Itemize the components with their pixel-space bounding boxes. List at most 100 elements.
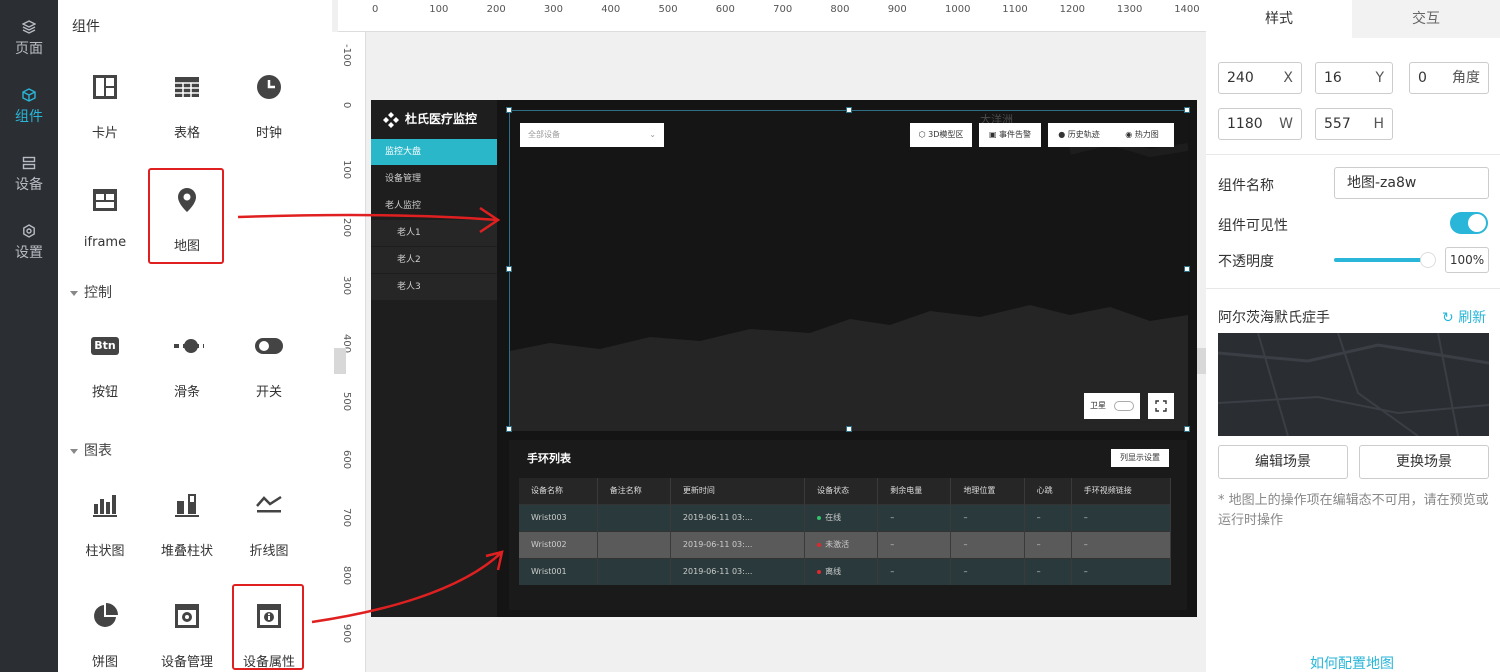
component-button[interactable]: Btn 按钮 bbox=[70, 333, 140, 413]
table-cell-heartbeat: – bbox=[1024, 530, 1072, 558]
satellite-label: 卫星 bbox=[1090, 401, 1106, 410]
column-settings-button[interactable]: 列显示设置 bbox=[1111, 449, 1169, 467]
opacity-slider-handle[interactable] bbox=[1420, 252, 1436, 268]
device-select[interactable]: 全部设备 ⌄ bbox=[520, 123, 664, 147]
resize-handle[interactable] bbox=[506, 266, 512, 272]
section-chart[interactable]: 图表 bbox=[70, 440, 112, 460]
height-value: 557 bbox=[1324, 116, 1351, 132]
component-bar-chart[interactable]: 柱状图 bbox=[70, 492, 140, 572]
opacity-value[interactable]: 100% bbox=[1445, 247, 1489, 273]
component-label: 柱状图 bbox=[85, 544, 125, 559]
height-field[interactable]: 557 H bbox=[1315, 108, 1393, 140]
component-name-input[interactable]: 地图-za8w bbox=[1334, 167, 1489, 199]
map-button-heatmap[interactable]: ◉ 热力图 bbox=[1110, 123, 1174, 147]
component-iframe[interactable]: iframe bbox=[70, 187, 140, 267]
dash-menu-devices[interactable]: 设备管理 bbox=[371, 166, 497, 192]
nav-item-pages[interactable]: 页面 bbox=[0, 14, 58, 74]
width-field[interactable]: 1180 W bbox=[1218, 108, 1302, 140]
resize-handle[interactable] bbox=[506, 107, 512, 113]
component-name-label: 组件名称 bbox=[1218, 178, 1274, 194]
satellite-switch[interactable] bbox=[1114, 401, 1134, 411]
cube-icon bbox=[22, 88, 36, 102]
nav-item-devices[interactable]: 设备 bbox=[0, 150, 58, 210]
refresh-link[interactable]: ↻ 刷新 bbox=[1442, 307, 1486, 327]
scene-thumbnail bbox=[1218, 333, 1489, 436]
component-device-manage[interactable]: 设备管理 bbox=[152, 603, 222, 672]
tab-style[interactable]: 样式 bbox=[1206, 0, 1352, 38]
fullscreen-button[interactable] bbox=[1148, 393, 1174, 419]
table-cell-name: Wrist002 bbox=[519, 530, 598, 558]
section-control[interactable]: 控制 bbox=[70, 282, 112, 302]
opacity-slider-track[interactable] bbox=[1334, 258, 1426, 262]
refresh-icon: ↻ bbox=[1442, 310, 1459, 326]
component-line-chart[interactable]: 折线图 bbox=[234, 492, 304, 572]
tab-interaction[interactable]: 交互 bbox=[1352, 0, 1500, 38]
map-button-3d[interactable]: ⬡ 3D模型区 bbox=[910, 123, 972, 147]
table-row[interactable]: Wrist003 2019-06-11 03:... 在线 – – – – bbox=[519, 503, 1172, 531]
change-scene-button[interactable]: 更换场景 bbox=[1359, 445, 1489, 479]
table-cell-battery: – bbox=[877, 530, 952, 558]
map-button-track[interactable]: ● 历史轨迹 bbox=[1048, 123, 1110, 147]
map-button-label: 历史轨迹 bbox=[1067, 130, 1100, 139]
ruler-tick-label: 700 bbox=[773, 4, 793, 15]
alarm-icon: ▣ bbox=[988, 130, 1000, 139]
table-cell-status: 离线 bbox=[804, 557, 879, 585]
help-link[interactable]: 如何配置地图 bbox=[1310, 653, 1394, 672]
component-switch[interactable]: 开关 bbox=[234, 333, 304, 413]
nav-item-label: 设备 bbox=[15, 177, 43, 193]
ruler-tick-label: 100 bbox=[429, 4, 449, 15]
resize-handle[interactable] bbox=[1184, 107, 1190, 113]
ruler-tick-label: 500 bbox=[658, 4, 678, 15]
component-pie-chart[interactable]: 饼图 bbox=[70, 603, 140, 672]
dash-menu-elder-1[interactable]: 老人1 bbox=[371, 220, 497, 246]
table-header-cell: 心跳 bbox=[1024, 478, 1072, 504]
dash-menu-elders[interactable]: 老人监控 bbox=[371, 193, 497, 219]
map-button-alarm[interactable]: ▣ 事件告警 bbox=[979, 123, 1041, 147]
resize-handle[interactable] bbox=[846, 107, 852, 113]
map-note: * 地图上的操作项在编辑态不可用，请在预览或运行时操作 bbox=[1218, 493, 1489, 528]
ruler-tick-label: 0 bbox=[341, 102, 352, 109]
dash-menu-elder-2[interactable]: 老人2 bbox=[371, 247, 497, 273]
nav-item-settings[interactable]: 设置 bbox=[0, 218, 58, 278]
table-row[interactable]: Wrist001 2019-06-11 03:... 离线 – – – – bbox=[519, 557, 1172, 585]
component-card[interactable]: 卡片 bbox=[70, 74, 140, 154]
nav-item-components[interactable]: 组件 bbox=[0, 82, 58, 142]
edit-scene-button[interactable]: 编辑场景 bbox=[1218, 445, 1348, 479]
ruler-tick-label: -100 bbox=[341, 44, 352, 67]
line-chart-icon bbox=[256, 495, 282, 513]
component-slider[interactable]: 滑条 bbox=[152, 333, 222, 413]
dash-menu-overview[interactable]: 监控大盘 bbox=[371, 139, 497, 165]
map-landmass bbox=[510, 111, 1188, 431]
dash-menu-elder-3[interactable]: 老人3 bbox=[371, 274, 497, 300]
table-cell-location: – bbox=[950, 530, 1025, 558]
y-field[interactable]: 16 Y bbox=[1315, 62, 1393, 94]
ruler-tick-label: 800 bbox=[830, 4, 850, 15]
band-list-component[interactable]: 手环列表 列显示设置 设备名称 备注名称 更新时间 设备状态 剩余电量 地理位置 心跳 手环视… bbox=[509, 440, 1187, 610]
angle-field[interactable]: 0 角度 bbox=[1409, 62, 1489, 94]
table-header-cell: 备注名称 bbox=[597, 478, 671, 504]
collapse-left-handle[interactable] bbox=[334, 348, 346, 374]
x-field[interactable]: 240 X bbox=[1218, 62, 1302, 94]
map-component[interactable]: 大洋洲 全部设备 ⌄ ⬡ 3D模型区 ▣ 事件告警 ● 历史轨迹 ◉ 热力图 卫星 bbox=[506, 107, 1190, 432]
component-stacked-bar[interactable]: 堆叠柱状 bbox=[152, 492, 222, 572]
component-clock[interactable]: 时钟 bbox=[234, 74, 304, 154]
component-table[interactable]: 表格 bbox=[152, 74, 222, 154]
table-cell-name: Wrist001 bbox=[519, 557, 598, 585]
map-button-label: 事件告警 bbox=[999, 130, 1032, 139]
satellite-toggle[interactable]: 卫星 bbox=[1084, 393, 1140, 419]
resize-handle[interactable] bbox=[506, 426, 512, 432]
ruler-tick-label: 900 bbox=[341, 624, 352, 644]
resize-handle[interactable] bbox=[846, 426, 852, 432]
component-label: 时钟 bbox=[255, 126, 282, 141]
ruler-tick-label: 1400 bbox=[1174, 4, 1200, 15]
visibility-toggle[interactable] bbox=[1450, 212, 1488, 234]
table-row[interactable]: Wrist002 2019-06-11 03:... 未激活 – – – – bbox=[519, 530, 1172, 558]
bar-chart-icon bbox=[93, 495, 117, 517]
fullscreen-icon bbox=[1155, 400, 1167, 412]
resize-handle[interactable] bbox=[1184, 266, 1190, 272]
table-cell-video: – bbox=[1071, 530, 1172, 558]
resize-handle[interactable] bbox=[1184, 426, 1190, 432]
properties-panel: 样式 交互 240 X 16 Y 0 角度 1180 W 557 H 组件名称 地图-za… bbox=[1206, 0, 1500, 672]
layers-icon bbox=[22, 20, 36, 34]
width-value: 1180 bbox=[1227, 116, 1263, 132]
